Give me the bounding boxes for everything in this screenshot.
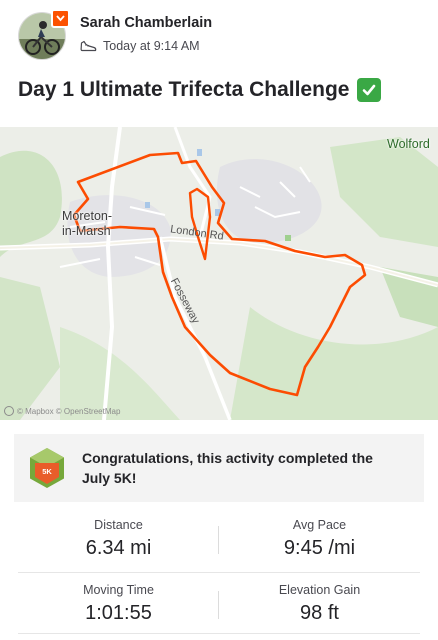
stat-label: Elevation Gain	[278, 583, 361, 597]
stat-divider	[218, 591, 219, 619]
stats-row: Distance 6.34 mi Avg Pace 9:45 /mi	[18, 508, 420, 573]
subscriber-badge-icon	[51, 9, 70, 28]
challenge-badge-icon: 5K	[30, 448, 64, 488]
info-icon	[4, 406, 14, 416]
activity-title-row: Day 1 Ultimate Trifecta Challenge	[18, 78, 382, 102]
attribution-text: © Mapbox © OpenStreetMap	[17, 406, 121, 416]
map-canvas	[0, 127, 438, 420]
stat-label: Moving Time	[83, 583, 154, 597]
stat-value: 1:01:55	[85, 602, 152, 624]
stat-label: Avg Pace	[292, 518, 347, 532]
map-label-town-line1: Moreton-	[62, 209, 113, 223]
stat-avg-pace: Avg Pace 9:45 /mi	[219, 508, 420, 572]
activity-stats: Distance 6.34 mi Avg Pace 9:45 /mi Movin…	[18, 508, 420, 634]
map-attribution[interactable]: © Mapbox © OpenStreetMap	[4, 406, 120, 416]
stat-value: 9:45 /mi	[283, 537, 356, 559]
stat-divider	[218, 526, 219, 554]
activity-meta: Today at 9:14 AM	[80, 39, 200, 53]
shoe-icon	[80, 40, 97, 52]
map-label-village: Wolford	[387, 137, 430, 151]
stat-distance: Distance 6.34 mi	[18, 508, 219, 572]
check-mark-icon	[357, 78, 382, 102]
route-map[interactable]: Moreton- in-Marsh Wolford London Rd Foss…	[0, 127, 438, 420]
stat-elevation-gain: Elevation Gain 98 ft	[219, 573, 420, 633]
activity-header: Sarah Chamberlain Today at 9:14 AM	[18, 9, 418, 62]
map-label-town-line2: in-Marsh	[62, 224, 111, 238]
activity-timestamp: Today at 9:14 AM	[103, 39, 200, 53]
achievement-text: Congratulations, this activity completed…	[82, 450, 373, 486]
badge-label: 5K	[42, 467, 52, 476]
stat-value: 98 ft	[300, 602, 339, 624]
stat-value: 6.34 mi	[85, 537, 152, 559]
athlete-name[interactable]: Sarah Chamberlain	[80, 15, 212, 31]
athlete-avatar[interactable]	[18, 9, 70, 60]
achievement-banner[interactable]: 5K Congratulations, this activity comple…	[14, 434, 424, 502]
stats-row: Moving Time 1:01:55 Elevation Gain 98 ft	[18, 573, 420, 634]
activity-title[interactable]: Day 1 Ultimate Trifecta Challenge	[18, 78, 349, 102]
stat-moving-time: Moving Time 1:01:55	[18, 573, 219, 633]
stat-label: Distance	[94, 518, 143, 532]
